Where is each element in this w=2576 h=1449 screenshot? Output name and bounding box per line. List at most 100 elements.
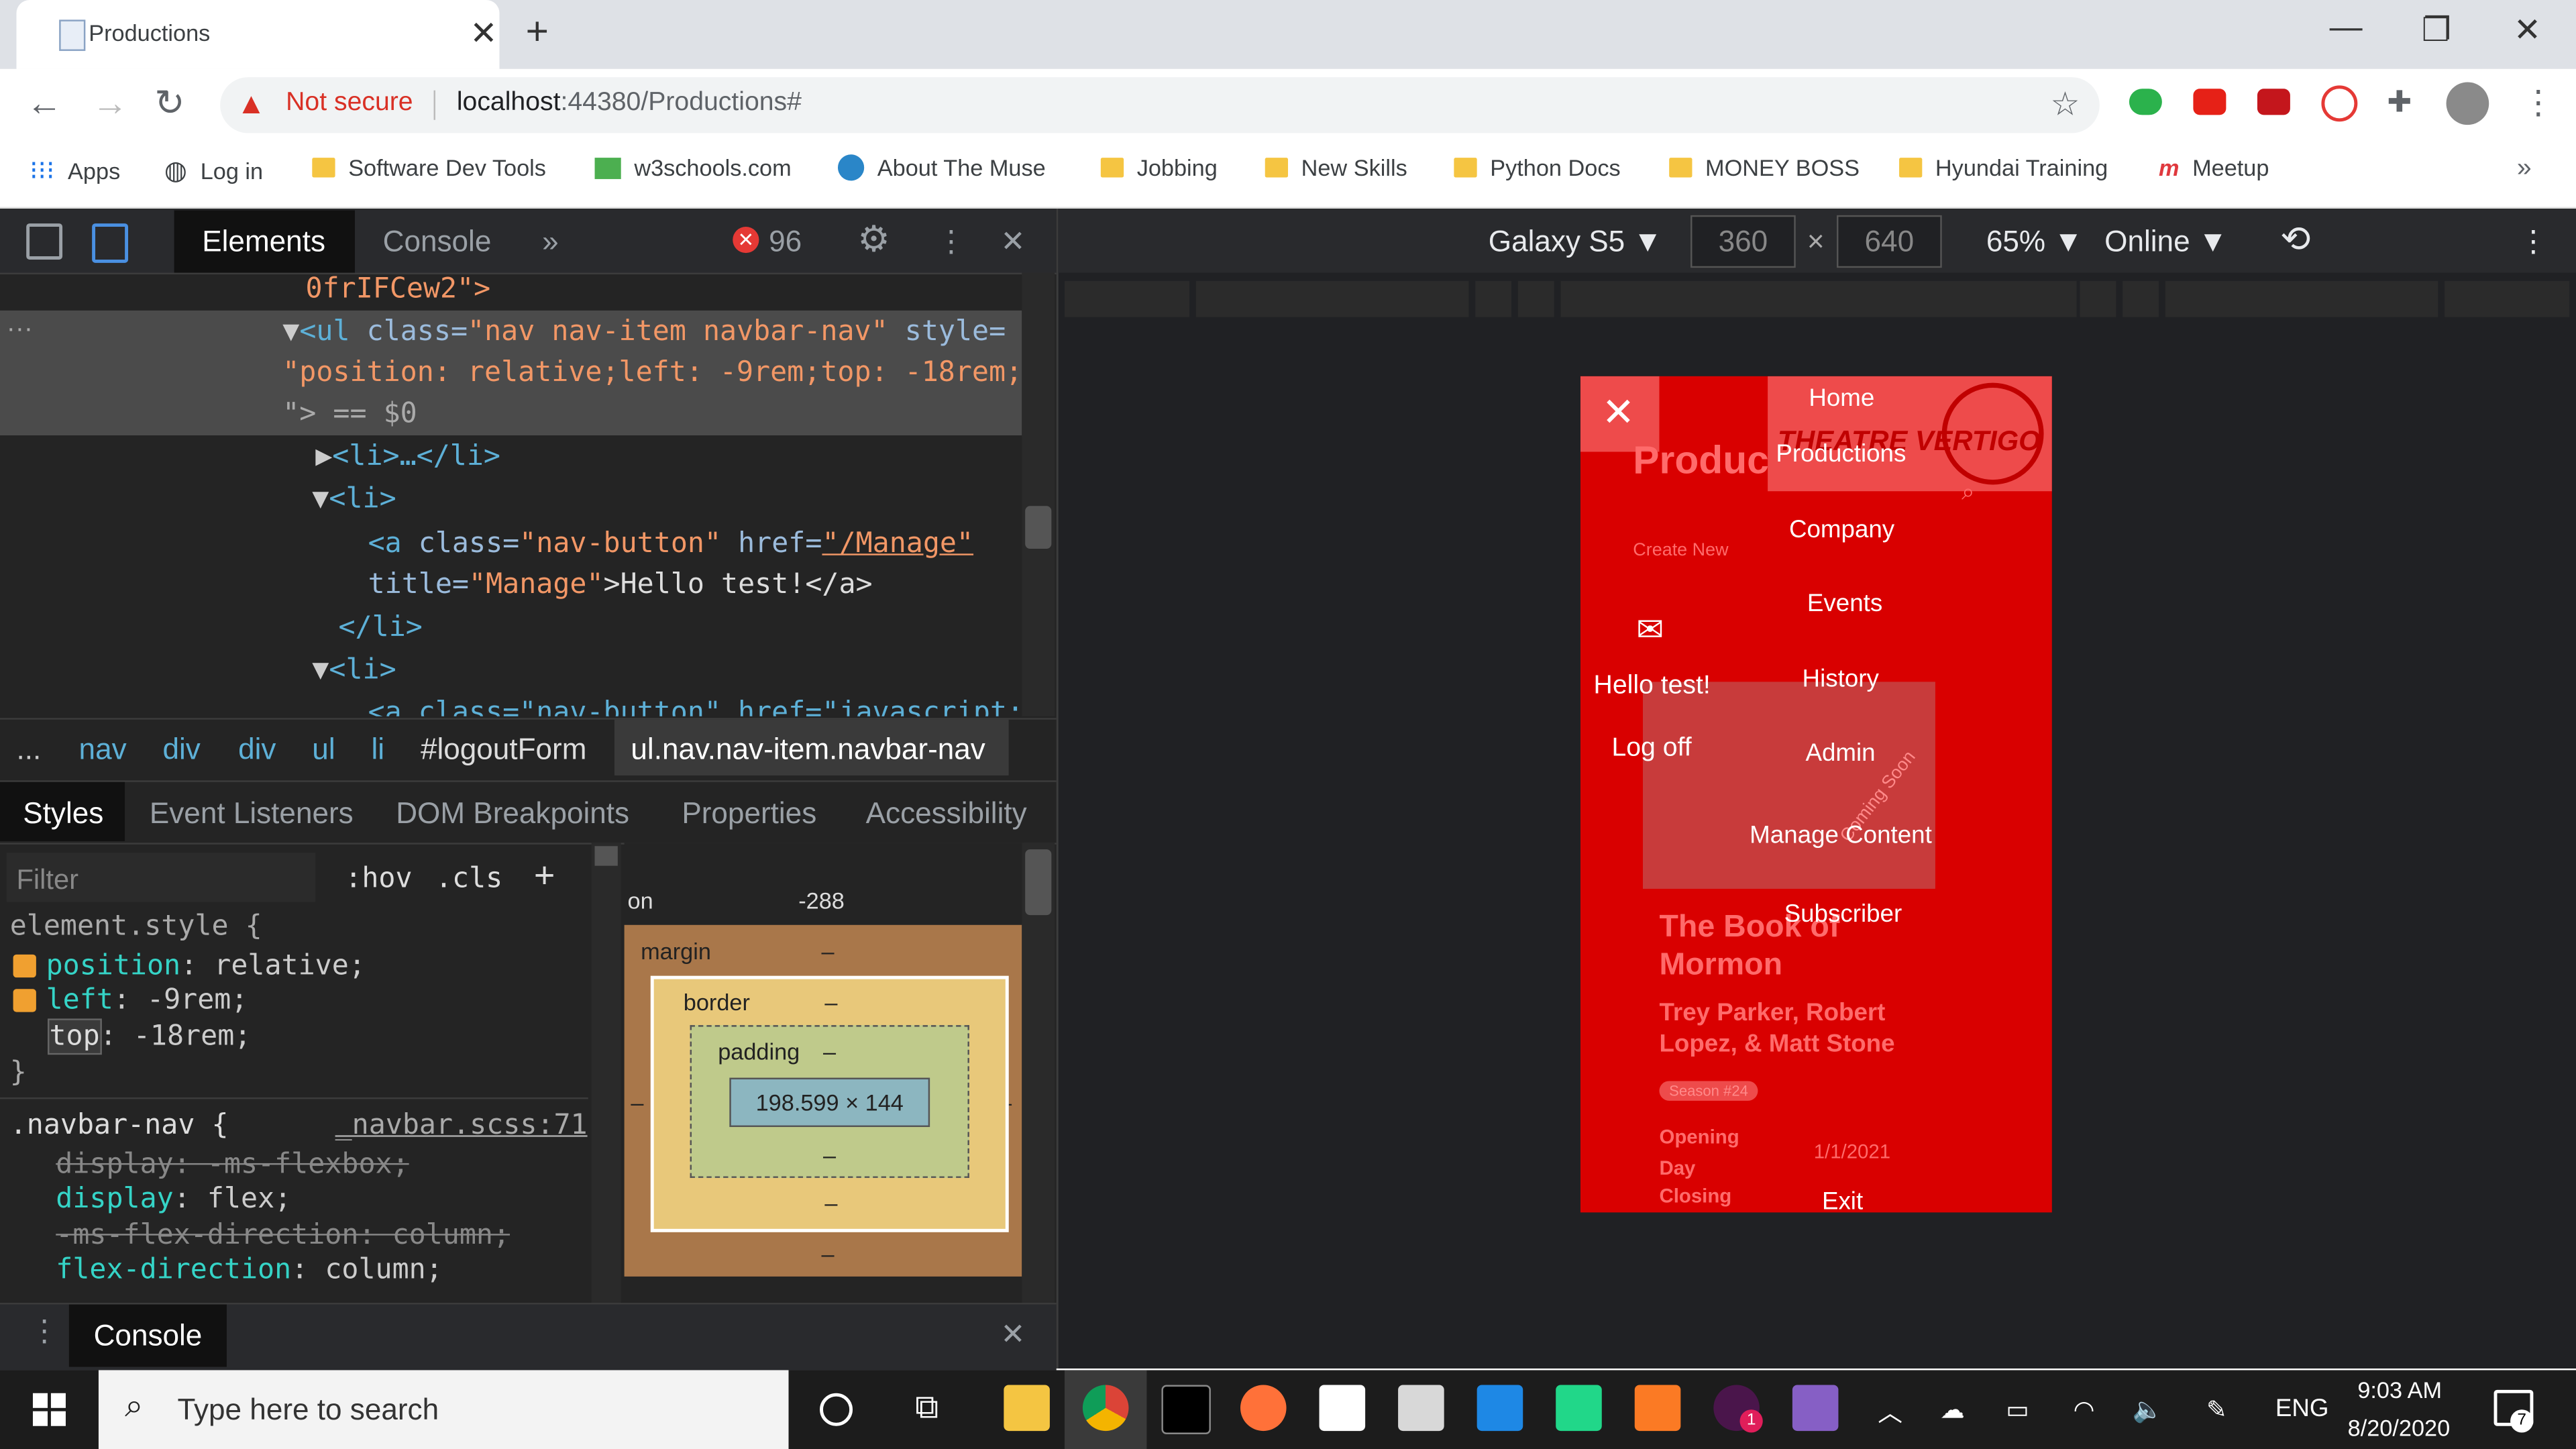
subtab-event-listeners[interactable]: Event Listeners	[150, 797, 354, 831]
show-hidden-icons[interactable]: ︿	[1878, 1395, 1902, 1429]
rule-checkbox[interactable]	[13, 954, 36, 978]
taskbar-search[interactable]: ⌕ Type here to search	[98, 1370, 789, 1449]
close-window-icon[interactable]: ✕	[2514, 10, 2541, 51]
filter-input[interactable]: Filter	[6, 853, 316, 902]
bookmark-software-dev-tools[interactable]: Software Dev Tools	[312, 154, 546, 180]
bookmark-the-muse[interactable]: About The Muse	[837, 154, 1046, 181]
style-rule-display[interactable]: display: flex;	[56, 1183, 291, 1217]
nav-home[interactable]: Home	[1809, 384, 1874, 413]
create-new-link[interactable]: Create New	[1633, 541, 1728, 560]
visual-studio-icon[interactable]	[1792, 1385, 1839, 1432]
tree-selected-node-end[interactable]: "> == $0	[282, 394, 417, 435]
language-indicator[interactable]: ENG	[2275, 1395, 2329, 1423]
breadcrumb-li[interactable]: li	[371, 733, 384, 767]
url-text[interactable]: localhost:44380/Productions#	[457, 89, 802, 118]
border-bottom-value[interactable]: –	[824, 1189, 837, 1216]
bookmark-meetup[interactable]: m Meetup	[2159, 154, 2269, 180]
python-file-icon[interactable]	[1398, 1385, 1444, 1432]
media-segment[interactable]	[1195, 280, 1469, 317]
network-select[interactable]: Online ▼	[2104, 225, 2227, 260]
margin-top-value[interactable]: –	[822, 938, 835, 964]
rotate-icon[interactable]: ⟲	[2280, 219, 2310, 262]
tree-line-li-collapsed[interactable]: ▶<li>…</li>	[315, 437, 500, 478]
source-link[interactable]: _navbar.scss:71	[335, 1109, 588, 1143]
content-box[interactable]: 198.599 × 144	[729, 1077, 930, 1128]
onedrive-icon[interactable]: ☁	[1940, 1395, 1965, 1425]
not-secure-label[interactable]: Not secure	[286, 89, 413, 118]
pycharm-icon[interactable]	[1556, 1385, 1602, 1432]
new-tab-icon[interactable]: +	[526, 10, 549, 56]
expand-arrow-icon[interactable]: ▼	[282, 315, 299, 348]
tab-elements-label[interactable]: Elements	[202, 225, 325, 260]
subtab-properties[interactable]: Properties	[682, 797, 816, 831]
style-rule-position[interactable]: position: relative;	[13, 950, 366, 984]
minimize-icon[interactable]: —	[2330, 10, 2363, 48]
bookmark-apps[interactable]: ⁝⁝⁝ Apps	[30, 154, 120, 187]
style-rule-top[interactable]: top: -18rem;	[48, 1018, 251, 1055]
height-input[interactable]: 640	[1836, 215, 1942, 268]
media-segment[interactable]	[2080, 280, 2116, 317]
scrollbar-thumb[interactable]	[1025, 506, 1052, 549]
zoom-select[interactable]: 65% ▼	[1986, 225, 2083, 260]
evernote-app-icon[interactable]	[1319, 1385, 1366, 1432]
chrome-icon[interactable]	[1082, 1385, 1129, 1432]
media-segment[interactable]	[2165, 280, 2438, 317]
breadcrumb-div[interactable]: div	[238, 733, 276, 767]
collapse-arrow-icon[interactable]: ▼	[312, 654, 329, 687]
xampp-icon[interactable]	[1634, 1385, 1681, 1432]
hello-user-link[interactable]: Hello test!	[1594, 672, 1711, 702]
youtube-alt-icon[interactable]	[2257, 89, 2290, 115]
log-off-link[interactable]: Log off	[1611, 735, 1691, 764]
style-rule-overridden[interactable]: display: -ms-flexbox;	[56, 1148, 409, 1183]
drawer-tab-console[interactable]: Console	[68, 1304, 227, 1367]
styles-scrollbar[interactable]	[591, 843, 621, 1303]
bookmark-w3schools[interactable]: w3schools.com	[594, 154, 792, 180]
breadcrumb-nav[interactable]: nav	[79, 733, 127, 767]
reload-icon[interactable]: ↻	[154, 82, 184, 125]
breadcrumb-logoutform[interactable]: #logoutForm	[421, 733, 587, 767]
more-tabs-icon[interactable]: »	[542, 225, 559, 260]
mail-icon[interactable]: ✉	[1636, 610, 1664, 651]
position-top-value[interactable]: -288	[798, 887, 845, 913]
media-segment[interactable]	[1517, 280, 1554, 317]
boxmodel-scrollbar[interactable]	[1022, 843, 1055, 1303]
bookmark-money-boss[interactable]: MONEY BOSS	[1669, 154, 1860, 180]
avatar[interactable]	[2446, 82, 2489, 125]
search-icon[interactable]: ⌕	[1962, 478, 1974, 506]
tree-scrollbar[interactable]	[1022, 272, 1055, 716]
file-explorer-icon[interactable]	[1004, 1385, 1050, 1432]
breadcrumb-ul[interactable]: ul	[312, 733, 335, 767]
tree-line-li-close[interactable]: </li>	[338, 608, 422, 649]
settings-gear-icon[interactable]: ⚙	[857, 219, 890, 262]
devtools-menu-icon[interactable]: ⋮	[936, 225, 966, 260]
nav-exit[interactable]: Exit	[1822, 1188, 1863, 1213]
close-tab-icon[interactable]: ✕	[470, 13, 497, 54]
terminal-icon[interactable]	[1161, 1385, 1211, 1434]
nav-events[interactable]: Events	[1807, 590, 1882, 618]
close-drawer-icon[interactable]: ✕	[1000, 1318, 1025, 1352]
scrollbar-thumb[interactable]	[1025, 849, 1052, 916]
tree-line-anchor-cont[interactable]: title="Manage">Hello test!</a>	[368, 565, 873, 606]
tree-selected-node-cont[interactable]: "position: relative;left: -9rem;top: -18…	[282, 354, 1022, 394]
bookmark-python-docs[interactable]: Python Docs	[1454, 154, 1621, 180]
wifi-icon[interactable]: ◠	[2074, 1395, 2095, 1425]
width-input[interactable]: 360	[1690, 215, 1796, 268]
tree-selected-node[interactable]: ▼<ul class="nav nav-item navbar-nav" sty…	[282, 312, 1006, 353]
back-icon[interactable]: ←	[26, 82, 62, 125]
hov-toggle[interactable]: :hov	[345, 863, 412, 896]
inspect-icon[interactable]	[26, 223, 63, 260]
border-top-value[interactable]: –	[824, 989, 837, 1015]
tree-line-li[interactable]: ▼<li>	[312, 480, 396, 521]
collapse-arrow-icon[interactable]: ▼	[312, 483, 329, 516]
nav-admin[interactable]: Admin	[1805, 739, 1875, 767]
vscode-icon[interactable]	[1477, 1385, 1523, 1432]
extensions-icon[interactable]: ✚	[2387, 85, 2412, 119]
style-rule-left[interactable]: left: -9rem;	[13, 984, 248, 1018]
rule-checkbox[interactable]	[13, 989, 36, 1012]
navbar-nav-selector[interactable]: .navbar-nav {	[10, 1109, 229, 1143]
address-bar[interactable]: ▲ Not secure localhost:44380/Productions…	[220, 77, 2100, 133]
media-segment[interactable]	[2123, 280, 2159, 317]
margin-bottom-value[interactable]: –	[822, 1240, 835, 1267]
media-segment[interactable]	[1064, 280, 1190, 317]
record-icon[interactable]	[2321, 85, 2358, 122]
